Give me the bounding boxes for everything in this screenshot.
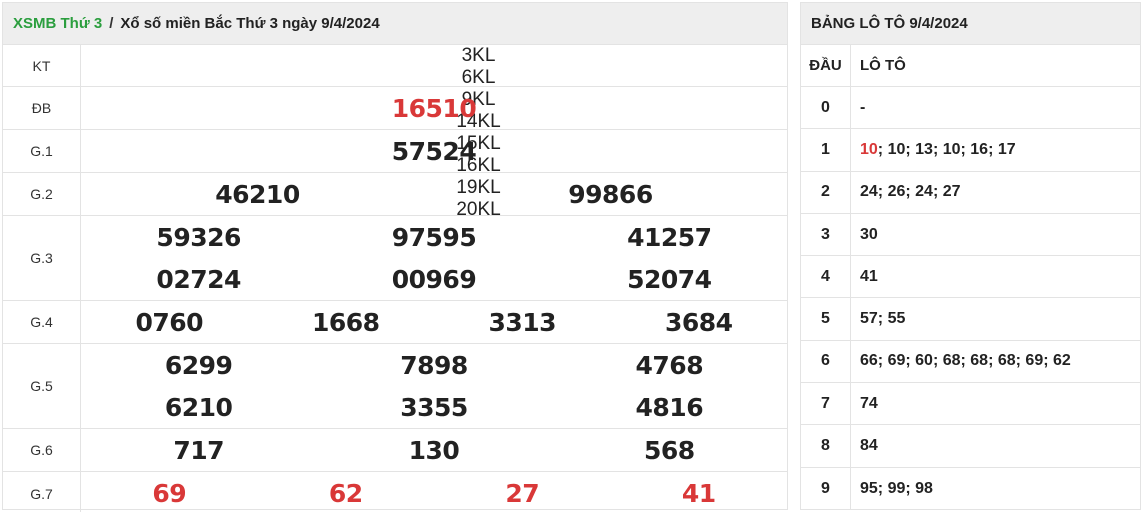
- loto-values-rest: ; 10; 13; 10; 16; 17: [877, 140, 1016, 158]
- prize-number: 46210: [215, 179, 300, 209]
- kt-code: 3KL: [461, 45, 496, 66]
- prize-row-g3: G.3 59326 97595 41257 02724 00969 52074: [3, 216, 787, 301]
- prize-number: 52074: [627, 264, 712, 294]
- loto-dau: 1: [801, 129, 851, 171]
- loto-values: 95; 99; 98: [860, 479, 933, 497]
- loto-header: LÔ TÔ: [860, 57, 906, 74]
- loto-dau: 7: [801, 383, 851, 425]
- prize-number: 6299: [164, 350, 233, 380]
- results-panel: XSMB Thứ 3 / Xổ số miền Bắc Thứ 3 ngày 9…: [2, 2, 788, 512]
- loto-row: 5 57; 55: [801, 298, 1140, 341]
- breadcrumb-separator: /: [109, 15, 114, 32]
- breadcrumb: XSMB Thứ 3 / Xổ số miền Bắc Thứ 3 ngày 9…: [3, 3, 787, 45]
- row-label-g6: G.6: [3, 429, 81, 471]
- prize-number: 130: [408, 435, 460, 465]
- loto-dau: 6: [801, 340, 851, 383]
- prize-number: 1668: [311, 307, 380, 337]
- row-label-g7: G.7: [3, 472, 81, 512]
- row-label-g5: G.5: [3, 344, 81, 428]
- loto-values: 57; 55: [860, 310, 906, 328]
- prize-number: 02724: [156, 264, 241, 294]
- loto-dau: 4: [801, 256, 851, 298]
- loto-title: BẢNG LÔ TÔ 9/4/2024: [811, 15, 968, 32]
- loto-values: 66; 69; 60; 68; 68; 68; 69; 62: [860, 352, 1071, 370]
- loto-values: -: [860, 98, 866, 116]
- prize-number-g7: 69: [152, 479, 187, 508]
- loto-row: 8 84: [801, 425, 1140, 468]
- loto-dau: 2: [801, 171, 851, 213]
- loto-dau: 9: [801, 467, 851, 510]
- loto-special-value: 10: [860, 140, 878, 158]
- prize-number: 7898: [400, 350, 468, 380]
- special-prize-number: 16510: [391, 93, 477, 123]
- prize-number: 3355: [400, 392, 468, 422]
- loto-row: 2 24; 26; 24; 27: [801, 171, 1140, 214]
- prize-row-g1: G.1 57524: [3, 130, 787, 173]
- loto-header-row: ĐẦU LÔ TÔ: [801, 45, 1140, 87]
- prize-number: 41257: [627, 222, 712, 252]
- prize-number: 99866: [568, 179, 653, 209]
- row-label-g3: G.3: [3, 216, 81, 300]
- loto-dau: 3: [801, 213, 851, 256]
- prize-number-g7: 62: [328, 479, 363, 508]
- loto-dau: 5: [801, 298, 851, 340]
- loto-panel: BẢNG LÔ TÔ 9/4/2024 ĐẦU LÔ TÔ 0 - 1 10; …: [800, 2, 1141, 510]
- prize-number: 59326: [156, 222, 241, 252]
- loto-values: 41: [860, 267, 878, 285]
- row-label-kt: KT: [3, 45, 81, 86]
- prize-row-special: ĐB 16510: [3, 87, 787, 130]
- loto-row: 0 -: [801, 87, 1140, 130]
- prize-number: 57524: [391, 136, 477, 166]
- prize-number: 6210: [164, 392, 233, 422]
- prize-number: 717: [173, 435, 224, 465]
- loto-row: 4 41: [801, 256, 1140, 299]
- prize-number: 568: [643, 435, 695, 465]
- prize-row-g5: G.5 6299 7898 4768 6210 3355 4816: [3, 344, 787, 429]
- prize-number-g7: 41: [681, 479, 716, 508]
- prize-row-g2: G.2 46210 99866: [3, 173, 787, 216]
- loto-values: 74: [860, 394, 878, 412]
- kt-row: KT 3KL 6KL 9KL 14KL 15KL 16KL 19KL 20KL: [3, 45, 787, 220]
- loto-row: 3 30: [801, 213, 1140, 257]
- loto-dau: 0: [801, 87, 851, 129]
- prize-row-g6: G.6 717 130 568: [3, 429, 787, 472]
- loto-values: 30: [860, 225, 878, 243]
- loto-values: 24; 26; 24; 27: [860, 183, 961, 201]
- prize-number: 4768: [635, 350, 704, 380]
- prize-number: 3313: [488, 307, 557, 337]
- loto-row: 6 66; 69; 60; 68; 68; 68; 69; 62: [801, 340, 1140, 384]
- loto-panel-header: BẢNG LÔ TÔ 9/4/2024: [801, 3, 1140, 45]
- row-label-g1: G.1: [3, 130, 81, 172]
- prize-number: 97595: [391, 222, 477, 252]
- prize-number-g7: 27: [505, 479, 540, 508]
- kt-codes: 3KL 6KL 9KL 14KL 15KL 16KL 19KL 20KL: [81, 45, 787, 220]
- prize-number: 00969: [391, 264, 477, 294]
- breadcrumb-current-page: Xổ số miền Bắc Thứ 3 ngày 9/4/2024: [120, 15, 380, 32]
- loto-row: 1 10; 10; 13; 10; 16; 17: [801, 129, 1140, 172]
- prize-number: 0760: [135, 307, 204, 337]
- loto-row: 9 95; 99; 98: [801, 467, 1140, 510]
- loto-dau: 8: [801, 425, 851, 467]
- dau-header: ĐẦU: [801, 45, 851, 86]
- breadcrumb-link-xsmb-thu-3[interactable]: XSMB Thứ 3: [13, 15, 102, 32]
- kt-code: 6KL: [461, 67, 496, 88]
- prize-number: 3684: [664, 307, 733, 337]
- prize-row-g4: G.4 0760 1668 3313 3684: [3, 301, 787, 344]
- loto-values: 84: [860, 437, 878, 455]
- loto-values: 10; 10; 13; 10; 16; 17: [851, 129, 1140, 170]
- prize-row-g7: G.7 69 62 27 41: [3, 472, 787, 512]
- row-label-special: ĐB: [3, 87, 81, 129]
- loto-row: 7 74: [801, 383, 1140, 426]
- prize-number: 4816: [635, 392, 704, 422]
- row-label-g4: G.4: [3, 301, 81, 343]
- row-label-g2: G.2: [3, 173, 81, 215]
